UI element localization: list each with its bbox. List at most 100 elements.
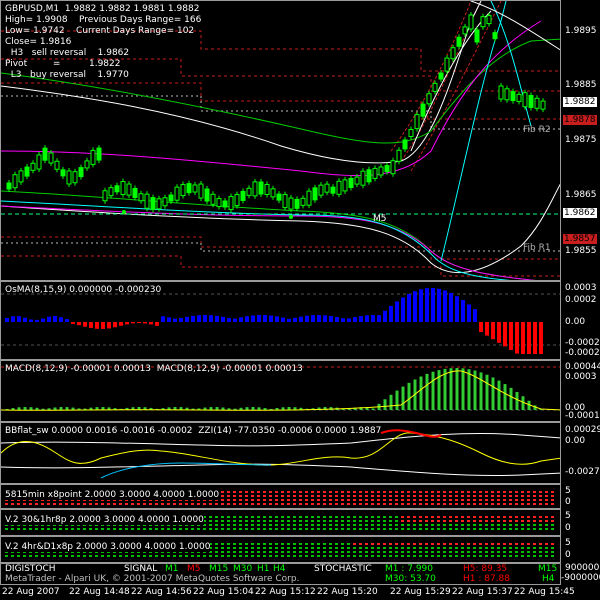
- signal-dot: [245, 495, 248, 497]
- signal-dot: [437, 551, 440, 553]
- signal-dot: [305, 520, 308, 522]
- fib-r2-price-tag: 1.9878: [563, 115, 597, 125]
- signal-dot: [95, 555, 98, 557]
- signal-dot: [503, 495, 506, 497]
- pivot-price-tag: 1.9862: [563, 208, 597, 218]
- signal-dot: [533, 551, 536, 553]
- signal-dot: [515, 495, 518, 497]
- signal-dot: [347, 551, 350, 553]
- signal-dot: [515, 543, 518, 545]
- signal-dot: [509, 524, 512, 526]
- signal-dot: [401, 503, 404, 505]
- copyright-text: MetaTrader - Alpari UK, © 2001-2007 Meta…: [5, 574, 300, 584]
- signal-dot: [341, 551, 344, 553]
- signal-dot: [233, 528, 236, 530]
- signal-dot: [329, 528, 332, 530]
- candle-body: [300, 197, 306, 206]
- osma-bar: [365, 315, 369, 322]
- candle-body: [426, 93, 432, 105]
- osma-bar: [77, 322, 81, 326]
- fib-r1-price-tag: 1.9857: [563, 234, 597, 244]
- signal-dot: [551, 543, 554, 545]
- signal-dot: [167, 555, 170, 557]
- signal-dot: [71, 503, 74, 505]
- signal-dot: [491, 528, 494, 530]
- signal-dot: [419, 555, 422, 557]
- signal-dot: [461, 551, 464, 553]
- osma-bar: [65, 319, 69, 322]
- signal-strip-1[interactable]: 5815min x8point 2.0000 3.0000 4.0000 1.0…: [0, 484, 561, 509]
- strip-2-label: V.2 30&1hr8p 2.0000 3.0000 4.0000 1.0000: [5, 515, 204, 525]
- signal-dot: [371, 547, 374, 549]
- candle-body: [246, 187, 252, 196]
- signal-dot: [227, 516, 230, 518]
- signal-dot: [77, 555, 80, 557]
- signal-dot: [449, 543, 452, 545]
- signal-dot: [305, 547, 308, 549]
- signal-dot: [287, 520, 290, 522]
- signal-dot: [251, 495, 254, 497]
- price-chart-pane[interactable]: GBPUSD,M1 1.9882 1.9882 1.9881 1.9882 Hi…: [0, 0, 561, 281]
- signal-dot: [335, 495, 338, 497]
- signal-dot: [95, 503, 98, 505]
- signal-dot: [299, 491, 302, 493]
- signal-dot: [161, 503, 164, 505]
- signal-dot: [461, 491, 464, 493]
- signal-dot: [293, 503, 296, 505]
- signal-dot: [221, 520, 224, 522]
- macd-bar: [215, 407, 219, 410]
- signal-dot: [209, 524, 212, 526]
- macd-bar: [29, 407, 33, 410]
- signal-dot: [413, 499, 416, 501]
- info-h3: H3 sell reversal 1.9862: [5, 48, 130, 58]
- signal-dot: [479, 543, 482, 545]
- signal-dot: [443, 555, 446, 557]
- candle-body: [270, 188, 276, 198]
- signal-dot: [521, 520, 524, 522]
- signal-dot: [347, 495, 350, 497]
- osma-pane[interactable]: OsMA(8,15,9) 0.000000 -0.000230: [0, 281, 561, 360]
- bbflat-pane[interactable]: BBflat_sw 0.0000 0.0016 -0.0016 -0.0002 …: [0, 422, 561, 484]
- osma-bar: [173, 318, 177, 322]
- signal-dot: [455, 516, 458, 518]
- signal-dot: [347, 503, 350, 505]
- signal-dot: [545, 547, 548, 549]
- signal-dot: [239, 547, 242, 549]
- digistoch-label: DIGISTOCH: [5, 564, 56, 574]
- candle-body: [438, 72, 444, 80]
- signal-dot: [413, 528, 416, 530]
- candle-body: [420, 103, 426, 117]
- stoch-m30-value: M30: 53.70: [385, 574, 436, 584]
- signal-dot: [263, 555, 266, 557]
- candle-body: [516, 93, 522, 102]
- signal-dot: [119, 528, 122, 530]
- osma-bar: [539, 322, 543, 354]
- signal-dot: [395, 524, 398, 526]
- signal-dot: [401, 551, 404, 553]
- signal-dot: [329, 495, 332, 497]
- signal-dot: [455, 543, 458, 545]
- signal-dot: [449, 524, 452, 526]
- signal-dot: [491, 499, 494, 501]
- info-pivot: Pivot = 1.9822: [5, 59, 121, 69]
- signal-dot: [317, 551, 320, 553]
- signal-dot: [437, 547, 440, 549]
- osma-bar: [329, 315, 333, 322]
- osma-bar: [419, 289, 423, 322]
- signal-dot: [341, 503, 344, 505]
- macd-pane[interactable]: MACD(8,12,9) -0.00001 0.00013 MACD(8,12,…: [0, 360, 561, 422]
- osma-bar: [23, 317, 27, 322]
- signal-dot: [491, 551, 494, 553]
- signal-dot: [281, 520, 284, 522]
- signal-strip-2[interactable]: V.2 30&1hr8p 2.0000 3.0000 4.0000 1.0000: [0, 509, 561, 536]
- signal-dot: [419, 543, 422, 545]
- signal-dot: [533, 516, 536, 518]
- digistoch-pane[interactable]: DIGISTOCH SIGNAL M1 M5 M15 M30 H1 H4 STO…: [0, 563, 561, 585]
- signal-dot: [401, 491, 404, 493]
- signal-dot: [509, 528, 512, 530]
- signal-strip-3[interactable]: V.2 4hr&D1x8p 2.0000 3.0000 4.0000 1.000…: [0, 536, 561, 563]
- osma-bar: [263, 315, 267, 322]
- signal-dot: [335, 524, 338, 526]
- signal-dot: [545, 499, 548, 501]
- candle-body: [174, 186, 180, 201]
